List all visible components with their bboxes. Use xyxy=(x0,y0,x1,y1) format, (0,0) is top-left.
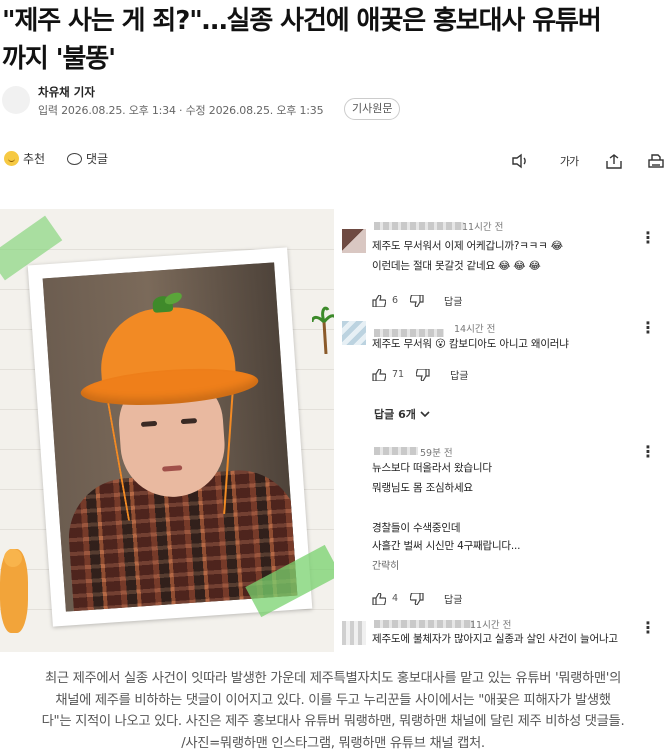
comment-text-line: 이런데는 절대 못갈것 같네요 😂 😂 😂 xyxy=(372,260,541,272)
byline: 차유채 기자 입력 2026.08.25. 오후 1:34 · 수정 2026.… xyxy=(0,84,666,124)
font-size-label: 가가 xyxy=(559,155,579,168)
more-options-icon[interactable]: ⋮ xyxy=(640,620,656,636)
action-bar: 추천 댓글 가가 xyxy=(0,146,666,176)
speaker-icon xyxy=(512,153,526,169)
share-button[interactable] xyxy=(603,150,625,172)
print-icon xyxy=(648,153,664,168)
comment-text-line: 뉴스보다 떠올라서 왔습니다 xyxy=(372,462,492,474)
print-button[interactable] xyxy=(645,150,666,172)
reply-link[interactable]: 답글 xyxy=(450,367,468,382)
like-count: 6 xyxy=(392,295,399,306)
comment-text-line: 제주도 무서워 😮 캄보디아도 아니고 왜이러냐 xyxy=(372,338,569,350)
replies-toggle-label: 답글 6개 xyxy=(374,408,416,421)
recommend-button[interactable]: 추천 xyxy=(4,150,45,167)
comment-text-line: 뭐랭님도 몸 조심하세요 xyxy=(372,482,473,494)
caption-line: 채널에 제주를 비하하는 댓글이 이어지고 있다. 이를 두고 누리꾼들 사이에… xyxy=(55,692,611,708)
comment-text-line: 제주도 무서워서 이제 어케갑니까?ㅋㅋㅋ 😂 xyxy=(372,240,563,252)
caption-line: /사진=뭐랭하맨 인스타그램, 뭐랭하맨 유튜브 채널 캡처. xyxy=(181,735,485,751)
comment-text-line: 제주도에 불체자가 많아지고 실종과 살인 사건이 늘어나고 xyxy=(372,633,618,645)
youtuber-portrait xyxy=(42,262,298,612)
thumbs-down-icon[interactable] xyxy=(416,368,430,381)
reporter-avatar[interactable] xyxy=(2,86,30,114)
caption-line: 최근 제주에서 실종 사건이 잇따라 발생한 가운데 제주특별자치도 홍보대사를… xyxy=(45,671,621,686)
more-options-icon[interactable]: ⋮ xyxy=(640,230,656,246)
comment-label: 댓글 xyxy=(86,152,109,166)
chevron-down-icon xyxy=(420,410,430,417)
commenter-avatar[interactable] xyxy=(342,621,366,645)
share-icon xyxy=(606,153,622,169)
original-article-button[interactable]: 기사원문 xyxy=(344,98,401,120)
commenter-name-redacted xyxy=(374,222,464,230)
headline-line-2: 까지 '불똥' xyxy=(2,44,116,74)
reply-link[interactable]: 답글 xyxy=(444,591,462,606)
thumbs-up-icon[interactable] xyxy=(372,592,386,605)
photo-caption: 최근 제주에서 실종 사건이 잇따라 발생한 가운데 제주특별자치도 홍보대사를… xyxy=(0,668,666,753)
reply-link[interactable]: 답글 xyxy=(444,293,462,308)
youtube-comments-panel: 11시간 전 ⋮ 제주도 무서워서 이제 어케갑니까?ㅋㅋㅋ 😂 이런데는 절대… xyxy=(334,209,666,652)
font-size-button[interactable]: 가가 xyxy=(556,150,582,172)
more-options-icon[interactable]: ⋮ xyxy=(640,320,656,336)
article-photo: 11시간 전 ⋮ 제주도 무서워서 이제 어케갑니까?ㅋㅋㅋ 😂 이런데는 절대… xyxy=(0,209,666,652)
comment-actions: 6 답글 xyxy=(372,293,462,308)
comment-text-line: 사흘간 벌써 시신만 4구째랍니다... xyxy=(372,540,521,552)
caption-line: 다"는 지적이 나오고 있다. 사진은 제주 홍보대사 유튜버 뭐랭하맨, 뭐랭… xyxy=(41,714,625,730)
commenter-name-redacted xyxy=(374,620,474,628)
replies-toggle[interactable]: 답글 6개 xyxy=(374,406,430,422)
thumbs-up-icon[interactable] xyxy=(372,294,386,307)
collapse-link[interactable]: 간략히 xyxy=(372,557,399,576)
article-dates: 입력 2026.08.25. 오후 1:34 · 수정 2026.08.25. … xyxy=(38,104,324,117)
polaroid-frame xyxy=(27,247,313,627)
instagram-photo-panel xyxy=(0,209,341,652)
comment-button[interactable]: 댓글 xyxy=(67,150,108,167)
commenter-avatar[interactable] xyxy=(342,321,366,345)
article-headline: "제주 사는 게 죄?"…실종 사건에 애꿎은 홍보대사 유튜버 까지 '불똥' xyxy=(2,2,664,78)
listen-button[interactable] xyxy=(509,150,531,172)
tangerine-decoration xyxy=(4,549,22,567)
like-count: 4 xyxy=(392,593,399,604)
thumbs-down-icon[interactable] xyxy=(410,294,424,307)
comment-actions: 4 답글 xyxy=(372,591,462,606)
commenter-avatar[interactable] xyxy=(342,229,366,253)
comment-time: 59분 전 xyxy=(420,448,453,459)
recommend-label: 추천 xyxy=(23,152,46,166)
comment-time: 14시간 전 xyxy=(454,324,496,335)
comment-actions: 71 답글 xyxy=(372,367,469,382)
comment-bubble-icon xyxy=(67,152,82,165)
thumbs-up-icon[interactable] xyxy=(372,368,386,381)
comment-text-line: 경찰들이 수색중인데 xyxy=(372,522,461,534)
comment-time: 11시간 전 xyxy=(462,222,504,233)
smile-icon xyxy=(4,151,19,166)
more-options-icon[interactable]: ⋮ xyxy=(640,444,656,460)
thumbs-down-icon[interactable] xyxy=(410,592,424,605)
headline-line-1: "제주 사는 게 죄?"…실종 사건에 애꿎은 홍보대사 유튜버 xyxy=(2,6,602,36)
commenter-name-redacted xyxy=(374,447,418,455)
reporter-name[interactable]: 차유채 기자 xyxy=(38,84,95,100)
comment-time: 11시간 전 xyxy=(470,620,512,631)
palm-tree-icon xyxy=(312,306,336,354)
like-count: 71 xyxy=(392,369,405,380)
